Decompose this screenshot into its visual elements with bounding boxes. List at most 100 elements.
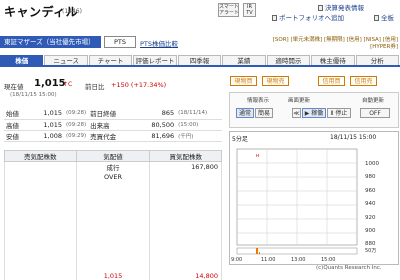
full-board-link[interactable]: 全板 xyxy=(374,12,394,22)
price-cell xyxy=(75,208,151,217)
rewind-button[interactable]: ≪ xyxy=(292,108,301,118)
ask-qty-cell xyxy=(4,208,77,217)
order-book-row xyxy=(4,235,222,244)
order-book-row xyxy=(4,253,222,262)
earnings-info-link[interactable]: 決算発表情報 xyxy=(318,2,364,12)
stats-row: 安値 1,008 (09:29) 売買代金 81,696 (千円) xyxy=(4,130,222,142)
ask-qty-cell xyxy=(4,217,77,226)
bid-qty-cell xyxy=(149,181,222,190)
order-book-row: OVER xyxy=(4,172,222,181)
bid-qty-cell xyxy=(149,253,222,262)
x-tick-labels: 9:00 11:00 13:00 15:00 xyxy=(231,257,335,263)
sell-cash-button[interactable]: 現物売 xyxy=(262,76,289,86)
volume-scale-label: 50万 xyxy=(365,248,376,254)
pts-button[interactable]: PTS xyxy=(104,36,136,48)
order-book-header: 売気配株数 気配値 買気配株数 xyxy=(4,150,222,162)
svg-text:9:00: 9:00 xyxy=(231,257,242,263)
price-cell xyxy=(75,244,151,253)
price-cell xyxy=(75,253,151,262)
document-icon xyxy=(318,5,323,11)
auto-update-toggle[interactable]: OFF xyxy=(360,108,390,118)
ask-qty-cell xyxy=(4,181,77,190)
stats-table: 始値 1,015 (09:28) 前日終値 865 (18/11/14) 高値 1,015… xyxy=(4,108,222,142)
buy-margin-button[interactable]: 信用買 xyxy=(318,76,345,86)
tab-analysis[interactable]: 分析 xyxy=(355,55,399,65)
board-icon xyxy=(374,15,379,21)
bid-qty-cell: 14,800 xyxy=(149,271,222,280)
ask-qty-cell xyxy=(4,253,77,262)
svg-text:11:00: 11:00 xyxy=(261,257,275,263)
bid-qty-cell xyxy=(149,190,222,199)
price-timestamp: (18/11/15 15:00) xyxy=(10,92,57,98)
y-tick-labels: 1000 980 960 940 920 900 880 xyxy=(365,161,379,247)
tab-news[interactable]: ニュース xyxy=(44,55,88,65)
pts-compare-link[interactable]: PTS株価比較 xyxy=(140,38,178,48)
price-cell xyxy=(75,226,151,235)
price-cell xyxy=(75,190,151,199)
display-label: 情報表示 xyxy=(247,98,270,104)
order-book-row xyxy=(4,262,222,271)
order-book: 売気配株数 気配値 買気配株数 成行 167,800 OVER 1,015 14,800 xyxy=(4,150,222,280)
price-cell xyxy=(75,217,151,226)
order-book-row xyxy=(4,208,222,217)
simple-mode-button[interactable]: 簡易 xyxy=(255,108,273,118)
bid-qty-cell xyxy=(149,262,222,271)
svg-text:980: 980 xyxy=(365,174,376,180)
folder-icon xyxy=(272,15,277,21)
market-select[interactable]: 東証マザーズ（当社優先市場） xyxy=(0,36,101,48)
tab-price[interactable]: 株価 xyxy=(0,55,44,65)
ask-qty-cell xyxy=(4,190,77,199)
svg-text:960: 960 xyxy=(365,188,376,194)
bid-qty-cell xyxy=(149,244,222,253)
price-cell: OVER xyxy=(75,172,151,181)
tab-earnings[interactable]: 業績 xyxy=(222,55,266,65)
tab-disclosure[interactable]: 適時開示 xyxy=(266,55,311,65)
order-book-row xyxy=(4,190,222,199)
sell-margin-button[interactable]: 信用売 xyxy=(350,76,377,86)
pause-button[interactable]: Ⅱ 停止 xyxy=(327,108,351,118)
ir-tv-button[interactable]: IR TV xyxy=(243,3,256,17)
ask-qty-cell xyxy=(4,244,77,253)
order-book-row: 1,015 14,800 xyxy=(4,271,222,280)
svg-text:900: 900 xyxy=(365,228,376,234)
tab-report[interactable]: 評価レポート xyxy=(133,55,177,65)
tab-shikiho[interactable]: 四季報 xyxy=(177,55,222,65)
volume-plot-area xyxy=(236,247,358,255)
order-book-row xyxy=(4,244,222,253)
ask-qty-cell xyxy=(4,199,77,208)
svg-text:940: 940 xyxy=(365,201,376,207)
change-label: 前日比 xyxy=(85,83,105,91)
ask-qty-cell xyxy=(4,161,77,172)
order-book-row xyxy=(4,199,222,208)
svg-text:15:00: 15:00 xyxy=(321,257,335,263)
play-button[interactable]: ▶ 稼働 xyxy=(302,108,326,118)
mode-label: 画面更新 xyxy=(288,98,311,104)
stats-row: 始値 1,015 (09:28) 前日終値 865 (18/11/14) xyxy=(4,108,222,120)
ask-qty-cell xyxy=(4,172,77,181)
tab-chart[interactable]: チャート xyxy=(88,55,133,65)
svg-text:1000: 1000 xyxy=(365,161,379,167)
normal-mode-button[interactable]: 通常 xyxy=(236,108,254,118)
price-cell xyxy=(75,235,151,244)
chart-credit: (c)Quants Research Inc. xyxy=(316,265,382,271)
tradable-tags: [SOR] [単元未満株] [無期限] [信用] [NISA] [信用] [HY… xyxy=(272,37,398,50)
stats-row: 高値 1,015 (09:28) 出来高 80,500 (15:00) xyxy=(4,119,222,131)
ask-qty-cell xyxy=(4,226,77,235)
stock-code: (1446) xyxy=(62,8,82,15)
bid-qty-cell xyxy=(149,208,222,217)
svg-text:920: 920 xyxy=(365,215,376,221)
ask-qty-cell xyxy=(4,235,77,244)
auto-update-label: 自動更新 xyxy=(362,98,385,104)
order-book-row xyxy=(4,217,222,226)
price-mark: н xyxy=(256,153,259,159)
price-cell: 成行 xyxy=(75,161,151,172)
current-price-label: 現在値 xyxy=(4,83,24,91)
smart-alert-button[interactable]: スマート アラート xyxy=(218,3,239,17)
order-book-row xyxy=(4,226,222,235)
current-price: 1,015 xyxy=(34,78,66,89)
volume-bar xyxy=(259,252,260,254)
tab-benefits[interactable]: 株主優待 xyxy=(311,55,355,65)
add-portfolio-link[interactable]: ポートフォリオへ追加 xyxy=(272,12,344,22)
buy-cash-button[interactable]: 現物買 xyxy=(230,76,257,86)
price-direction: ↑C xyxy=(63,81,73,88)
